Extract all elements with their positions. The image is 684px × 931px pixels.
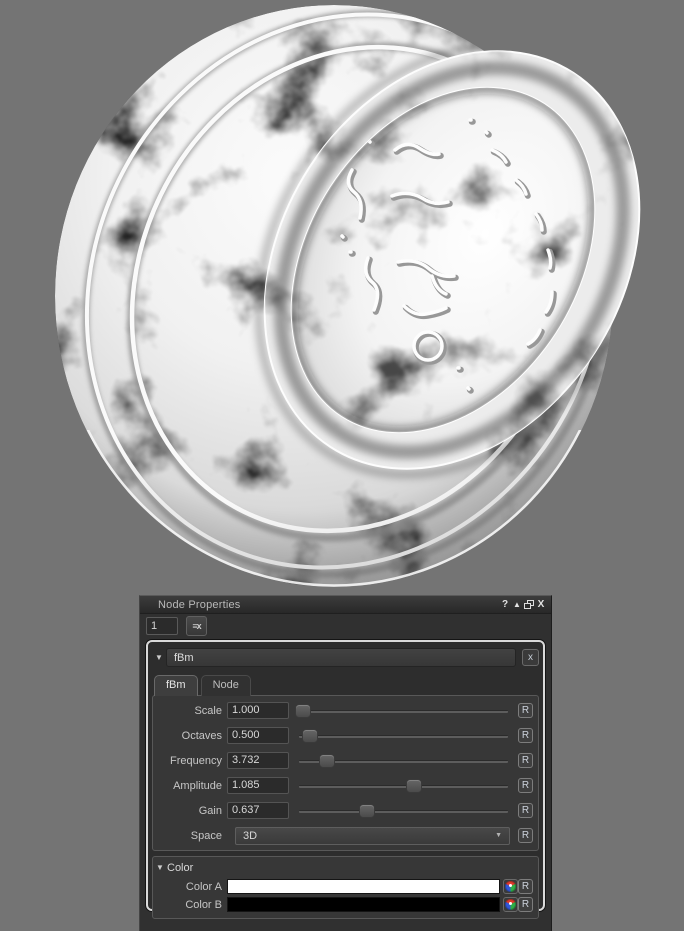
chevron-down-icon: ▼ <box>495 832 502 839</box>
scale-slider[interactable] <box>295 703 510 719</box>
frequency-slider[interactable] <box>297 753 510 769</box>
space-dropdown-value: 3D <box>243 829 258 842</box>
parameters-box: Scale 1.000 R Octaves 0.500 R Frequency <box>152 695 539 851</box>
node-close-button[interactable]: x <box>522 649 539 666</box>
panel-title: Node Properties <box>158 598 241 611</box>
gain-reset-button[interactable]: R <box>518 803 533 818</box>
param-row-space: Space 3D ▼ R <box>153 823 538 848</box>
gain-slider[interactable] <box>297 803 510 819</box>
color-a-row: Color A R <box>153 878 538 895</box>
param-row-amplitude: Amplitude 1.085 R <box>153 773 538 798</box>
octaves-reset-button[interactable]: R <box>518 728 533 743</box>
amplitude-value-field[interactable]: 1.085 <box>227 777 289 794</box>
clear-button[interactable]: ≡x <box>186 616 207 636</box>
amplitude-slider[interactable] <box>297 778 510 794</box>
slider-track[interactable] <box>299 734 508 738</box>
slider-handle[interactable] <box>301 728 318 743</box>
slider-handle[interactable] <box>359 803 376 818</box>
detach-triangle-icon[interactable]: ▲ <box>511 599 523 611</box>
octaves-label: Octaves <box>181 729 222 742</box>
node-properties-panel: Node Properties ? ▲ X ≡x ▼ fBm x fBm Nod… <box>139 595 552 931</box>
overlapping-squares-icon <box>524 600 534 609</box>
color-b-swatch[interactable] <box>227 897 500 912</box>
param-row-scale: Scale 1.000 R <box>153 698 538 723</box>
color-b-reset-button[interactable]: R <box>518 897 533 912</box>
node-selector-row: ≡x <box>140 614 551 640</box>
gain-value-field[interactable]: 0.637 <box>227 802 289 819</box>
color-a-picker-button[interactable] <box>503 879 518 894</box>
amplitude-reset-button[interactable]: R <box>518 778 533 793</box>
rgb-color-wheel-icon <box>505 881 516 892</box>
param-row-gain: Gain 0.637 R <box>153 798 538 823</box>
clear-list-icon: ≡x <box>192 621 201 631</box>
color-section-header[interactable]: ▼ Color <box>153 858 538 877</box>
frequency-value-field[interactable]: 3.732 <box>227 752 289 769</box>
color-b-row: Color B R <box>153 896 538 913</box>
slider-track[interactable] <box>299 784 508 788</box>
shader-ball-render <box>0 0 684 591</box>
frequency-reset-button[interactable]: R <box>518 753 533 768</box>
color-section-title: Color <box>167 861 194 874</box>
amplitude-label: Amplitude <box>173 779 222 792</box>
help-icon[interactable]: ? <box>499 599 511 611</box>
collapse-triangle-icon[interactable]: ▼ <box>153 863 167 872</box>
color-a-reset-button[interactable]: R <box>518 879 533 894</box>
param-row-octaves: Octaves 0.500 R <box>153 723 538 748</box>
color-a-label: Color A <box>185 880 222 893</box>
node-header: ▼ fBm x <box>152 646 539 669</box>
slider-track[interactable] <box>299 709 508 713</box>
octaves-slider[interactable] <box>297 728 510 744</box>
scale-value-field[interactable]: 1.000 <box>227 702 289 719</box>
fbm-node-group: ▼ fBm x fBm Node Scale 1.000 R Octaves 0… <box>146 640 545 919</box>
node-index-input[interactable] <box>146 617 178 635</box>
space-dropdown[interactable]: 3D ▼ <box>235 826 510 845</box>
color-section-box: ▼ Color Color A R Color B R <box>152 856 539 919</box>
panel-titlebar[interactable]: Node Properties ? ▲ X <box>140 596 551 614</box>
color-b-label: Color B <box>185 898 222 911</box>
node-tabs: fBm Node <box>154 675 539 696</box>
space-reset-button[interactable]: R <box>518 828 533 843</box>
color-b-picker-button[interactable] <box>503 897 518 912</box>
tab-node[interactable]: Node <box>200 675 251 696</box>
rgb-color-wheel-icon <box>505 899 516 910</box>
scale-reset-button[interactable]: R <box>518 703 533 718</box>
slider-handle[interactable] <box>295 703 312 718</box>
float-window-icon[interactable] <box>523 599 535 611</box>
slider-track[interactable] <box>299 809 508 813</box>
node-name-field[interactable]: fBm <box>166 648 516 667</box>
gain-label: Gain <box>198 804 222 817</box>
collapse-triangle-icon[interactable]: ▼ <box>152 653 166 662</box>
scale-label: Scale <box>194 704 222 717</box>
slider-handle[interactable] <box>318 753 335 768</box>
frequency-label: Frequency <box>170 754 222 767</box>
param-row-frequency: Frequency 3.732 R <box>153 748 538 773</box>
octaves-value-field[interactable]: 0.500 <box>227 727 289 744</box>
color-a-swatch[interactable] <box>227 879 500 894</box>
space-label: Space <box>190 829 222 842</box>
close-icon[interactable]: X <box>535 599 547 611</box>
slider-handle[interactable] <box>405 778 422 793</box>
shader-ball-preview[interactable] <box>0 0 684 591</box>
tab-fbm[interactable]: fBm <box>154 675 198 696</box>
